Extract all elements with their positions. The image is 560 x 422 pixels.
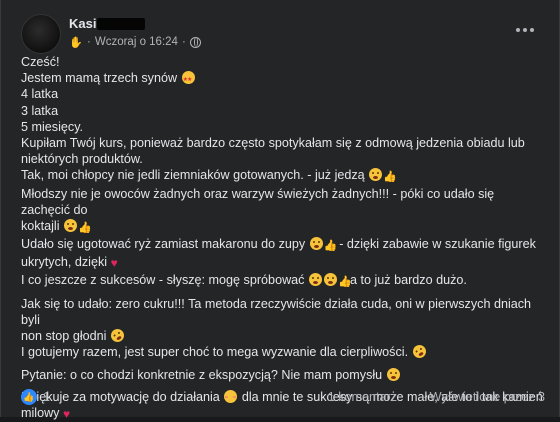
post-line: Młodszy nie je owoców żadnych oraz warzy…	[21, 186, 495, 217]
more-dot-icon	[516, 28, 520, 32]
author-name-link[interactable]: Kasi	[69, 16, 146, 31]
post-line: I co jeszcze z sukcesów - słyszę: mogę s…	[21, 272, 545, 290]
thumbs-up-emoji-icon: 👍	[323, 240, 338, 253]
author-avatar[interactable]	[21, 14, 61, 54]
post-line: Cześć!	[21, 55, 60, 69]
post-line: non stop głodni	[21, 326, 545, 345]
post-line: ukrytych, dzięki ♥	[21, 255, 118, 271]
more-dot-icon	[530, 28, 534, 32]
author-name[interactable]: Kasi	[69, 16, 96, 31]
post-body: Cześć! Jestem mamą trzech synów 4 latka …	[21, 54, 545, 422]
post-header: Kasi ✋ · Wczoraj o 16:24 ·	[21, 14, 541, 54]
post-line: Pytanie: o co chodzi konkretnie z ekspoz…	[21, 367, 545, 383]
views-link[interactable]: Wyświetlone przez 3	[430, 390, 545, 404]
more-dot-icon	[523, 28, 527, 32]
post-line: Udało się ugotować ryż zamiast makaronu …	[21, 236, 545, 254]
surprised-face-emoji-icon	[323, 272, 337, 286]
post-line: I gotujemy razem, jest super choć to meg…	[21, 343, 545, 361]
heart-emoji-icon: ♥	[110, 256, 118, 271]
redacted-name-block	[97, 17, 146, 30]
comments-link[interactable]: 1 komentarz	[328, 390, 397, 404]
meta-separator: ·	[87, 36, 91, 48]
thumbs-up-emoji-icon: 👍	[78, 222, 92, 235]
thumbs-up-icon[interactable]: 👍	[21, 389, 37, 405]
star-struck-emoji-icon	[181, 71, 195, 88]
post-line: Jak się to udało: zero cukru!!! Ta metod…	[21, 296, 532, 328]
thumbs-up-emoji-icon: 👍	[383, 171, 397, 184]
post-card: Kasi ✋ · Wczoraj o 16:24 · Cześć! Jestem…	[0, 0, 560, 421]
thumbs-up-emoji-icon: 👍	[337, 275, 352, 288]
rofl-emoji-icon	[108, 326, 127, 345]
meta-separator: ·	[181, 36, 186, 48]
post-meta: ✋ · Wczoraj o 16:24 ·	[69, 35, 201, 49]
post-line: koktajli 👍	[21, 218, 545, 236]
surprised-face-emoji-icon	[64, 219, 77, 233]
more-options-button[interactable]	[509, 18, 541, 42]
post-line: 5 miesięcy.	[21, 119, 84, 134]
hand-wave-icon: ✋	[69, 36, 83, 49]
post-footer: 👍 1 1 komentarz Wyświetlone przez 3	[21, 388, 545, 408]
surprised-face-emoji-icon	[309, 237, 323, 251]
post-line: Kupiłam Twój kurs, ponieważ bardzo częst…	[21, 136, 525, 151]
post-timestamp[interactable]: Wczoraj o 16:24	[95, 36, 178, 48]
globe-icon[interactable]	[189, 36, 201, 48]
surprised-face-emoji-icon	[308, 272, 322, 286]
post-line: Jestem mamą trzech synów	[21, 70, 545, 88]
thinking-face-emoji-icon	[386, 367, 400, 381]
rofl-emoji-icon	[410, 343, 428, 361]
post-line: 3 latka	[21, 103, 59, 118]
post-line: Tak, moi chłopcy nie jedli ziemniaków go…	[21, 167, 545, 185]
like-count[interactable]: 1	[43, 390, 50, 404]
post-line: 4 latka	[21, 87, 59, 102]
surprised-face-emoji-icon	[369, 168, 383, 182]
heart-emoji-icon: ♥	[62, 407, 71, 422]
post-line: niektórych produktów.	[21, 152, 143, 167]
